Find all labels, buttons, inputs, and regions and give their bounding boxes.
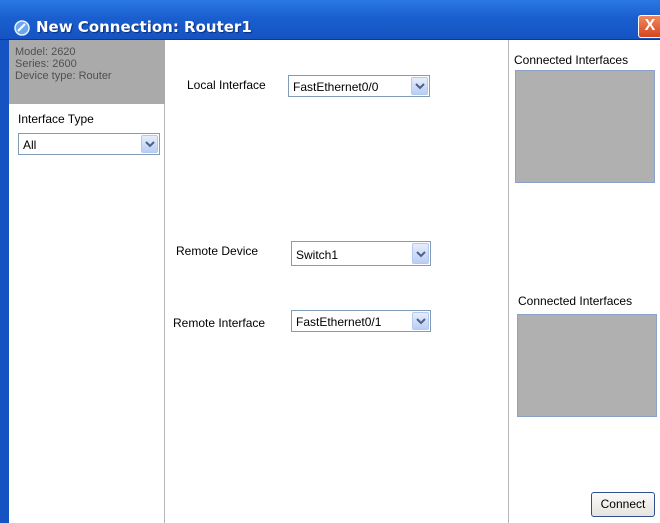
local-interface-value: FastEthernet0/0 (293, 80, 379, 94)
connection-icon (14, 20, 30, 36)
device-series: Series: 2600 (15, 58, 77, 70)
chevron-down-icon[interactable] (141, 135, 158, 153)
interface-type-label: Interface Type (18, 112, 94, 126)
connected-interfaces-remote-list[interactable] (517, 314, 657, 417)
close-button[interactable]: X (638, 15, 660, 38)
local-interface-select[interactable]: FastEthernet0/0 (288, 75, 430, 97)
chevron-down-icon[interactable] (412, 312, 429, 330)
right-divider (508, 40, 509, 523)
interface-type-value: All (23, 138, 37, 152)
title-bar[interactable]: New Connection: Router1 X (0, 0, 660, 40)
remote-device-label: Remote Device (176, 244, 259, 258)
device-info: Model: 2620 Series: 2600 Device type: Ro… (9, 40, 165, 104)
connected-interfaces-remote-label: Connected Interfaces (518, 294, 633, 308)
chevron-down-icon[interactable] (412, 243, 429, 264)
window-title: New Connection: Router1 (36, 18, 252, 36)
remote-device-select[interactable]: Switch1 (291, 241, 431, 266)
remote-device-value: Switch1 (296, 248, 339, 262)
window-frame-left (0, 40, 9, 523)
chevron-down-icon[interactable] (411, 77, 428, 95)
connected-interfaces-local-list[interactable] (515, 70, 655, 183)
remote-interface-select[interactable]: FastEthernet0/1 (291, 310, 431, 332)
interface-type-select[interactable]: All (18, 133, 160, 155)
close-icon: X (644, 17, 656, 34)
left-panel: Model: 2620 Series: 2600 Device type: Ro… (9, 40, 165, 523)
device-type: Device type: Router (15, 70, 112, 82)
connected-interfaces-local-label: Connected Interfaces (514, 53, 629, 67)
remote-interface-label: Remote Interface (173, 316, 266, 330)
connect-button[interactable]: Connect (591, 492, 655, 517)
local-interface-label: Local Interface (187, 78, 266, 92)
remote-interface-value: FastEthernet0/1 (296, 315, 382, 329)
device-model: Model: 2620 (15, 46, 76, 58)
